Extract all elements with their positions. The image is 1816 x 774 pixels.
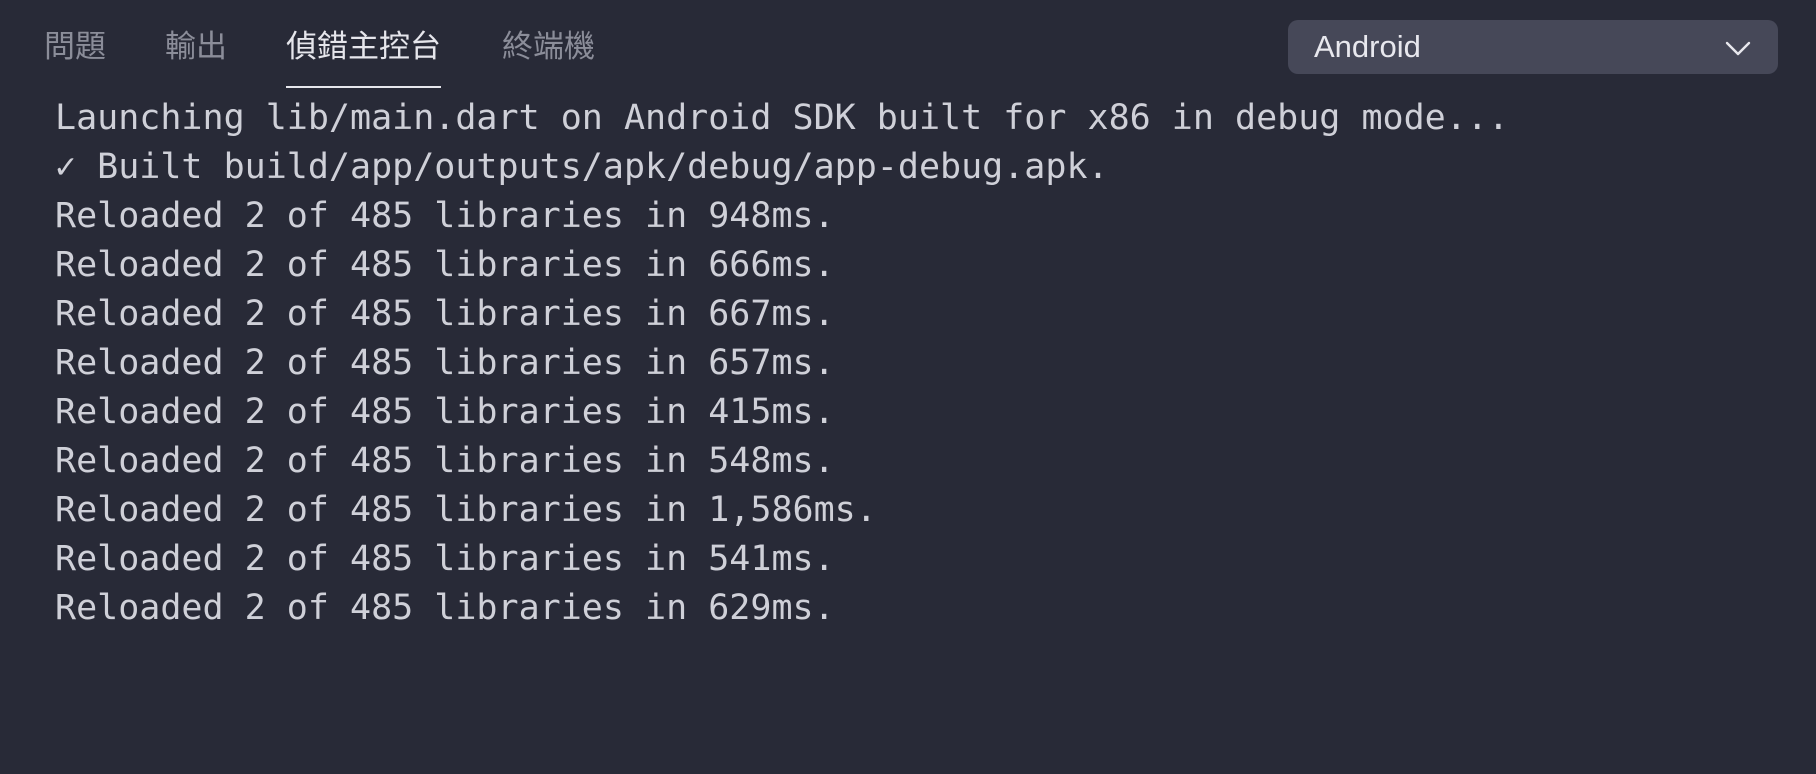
console-line: Reloaded 2 of 485 libraries in 948ms. [55,196,835,236]
console-line: Reloaded 2 of 485 libraries in 548ms. [55,441,835,481]
console-line: Reloaded 2 of 485 libraries in 629ms. [55,588,835,628]
console-line: Reloaded 2 of 485 libraries in 415ms. [55,392,835,432]
console-line: Reloaded 2 of 485 libraries in 1,586ms. [55,490,877,530]
tab-terminal[interactable]: 終端機 [502,22,595,88]
device-select[interactable]: Android [1288,20,1778,74]
console-line: Reloaded 2 of 485 libraries in 541ms. [55,539,835,579]
debug-console-panel: 問題 輸出 偵錯主控台 終端機 Android Launching lib/ma… [0,0,1816,774]
tab-output[interactable]: 輸出 [165,22,227,88]
chevron-down-icon [1725,41,1751,56]
console-output[interactable]: Launching lib/main.dart on Android SDK b… [55,94,1795,754]
console-line: Reloaded 2 of 485 libraries in 667ms. [55,294,835,334]
tab-problems[interactable]: 問題 [44,22,106,88]
console-line: Launching lib/main.dart on Android SDK b… [55,98,1509,138]
tab-debug-console[interactable]: 偵錯主控台 [286,22,441,88]
console-line: Reloaded 2 of 485 libraries in 666ms. [55,245,835,285]
console-line: ✓ Built build/app/outputs/apk/debug/app-… [55,147,1109,187]
device-select-value: Android [1314,29,1421,64]
panel-tab-bar: 問題 輸出 偵錯主控台 終端機 Android [0,0,1816,88]
console-line: Reloaded 2 of 485 libraries in 657ms. [55,343,835,383]
